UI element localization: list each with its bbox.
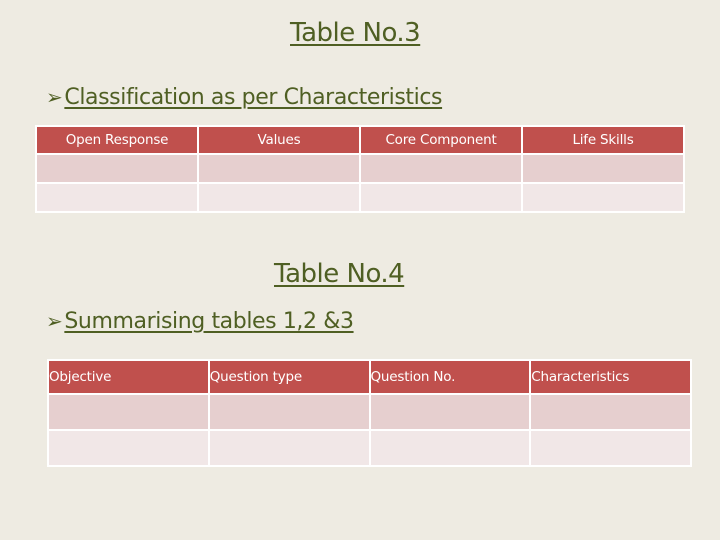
- header-question-type: Question type: [207, 359, 371, 395]
- header-values: Values: [197, 125, 361, 155]
- table-row: [35, 153, 685, 184]
- table-cell: [529, 429, 692, 467]
- header-characteristics: Characteristics: [529, 359, 692, 395]
- table-cell: [35, 182, 199, 213]
- table-row: [47, 393, 692, 431]
- table-cell: [529, 393, 692, 431]
- header-open-response: Open Response: [35, 125, 199, 155]
- header-life-skills: Life Skills: [521, 125, 685, 155]
- table-cell: [197, 153, 361, 184]
- table-cell: [35, 153, 199, 184]
- bullet-text: Classification as per Characteristics: [64, 85, 443, 110]
- table-cell: [368, 429, 532, 467]
- bullet-summarising: ➢Summarising tables 1,2 &3: [46, 309, 354, 334]
- table-4: Objective Question type Question No. Cha…: [47, 359, 692, 467]
- table-3: Open Response Values Core Component Life…: [35, 125, 685, 213]
- bullet-classification: ➢Classification as per Characteristics: [46, 85, 442, 110]
- table-row: [47, 429, 692, 467]
- header-core-component: Core Component: [359, 125, 523, 155]
- table-cell: [47, 429, 210, 467]
- arrow-bullet-icon: ➢: [46, 309, 63, 333]
- table-cell: [47, 393, 210, 431]
- table4-title: Table No.4: [274, 259, 405, 289]
- table-cell: [359, 182, 523, 213]
- table-cell: [521, 182, 685, 213]
- table3-title: Table No.3: [290, 18, 421, 48]
- table-cell: [368, 393, 532, 431]
- header-objective: Objective: [47, 359, 210, 395]
- arrow-bullet-icon: ➢: [46, 85, 63, 109]
- table-header-row: Open Response Values Core Component Life…: [35, 125, 685, 155]
- table-cell: [207, 429, 371, 467]
- bullet-text: Summarising tables 1,2 &3: [64, 309, 354, 334]
- table-cell: [359, 153, 523, 184]
- table-cell: [207, 393, 371, 431]
- header-question-no: Question No.: [368, 359, 532, 395]
- table-header-row: Objective Question type Question No. Cha…: [47, 359, 692, 395]
- table-cell: [521, 153, 685, 184]
- table-row: [35, 182, 685, 213]
- table-cell: [197, 182, 361, 213]
